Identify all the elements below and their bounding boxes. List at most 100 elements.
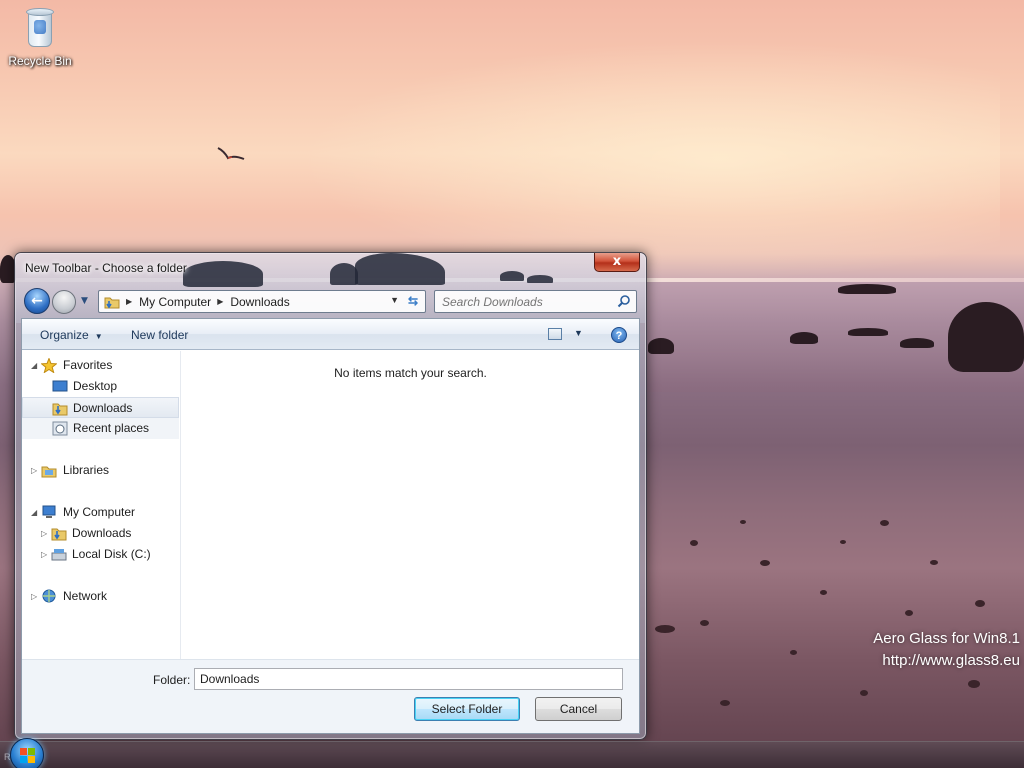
pebble [790,650,797,655]
folder-label: Folder: [153,673,191,687]
rock [848,328,888,336]
nav-item-downloads[interactable]: Downloads [22,397,179,418]
network-icon [42,589,56,603]
pebble [880,520,889,526]
back-arrow-icon: ← [31,293,43,309]
close-button[interactable]: x [594,253,640,272]
pebble [655,625,675,633]
watermark-line-1: Aero Glass for Win8.1 [873,630,1020,647]
nav-label: Desktop [73,379,118,393]
rock [790,332,818,344]
downloads-folder-icon [52,403,68,416]
new-folder-button[interactable]: New folder [131,328,188,342]
breadcrumb-downloads[interactable]: Downloads [230,295,289,309]
desktop-icon-label: Recycle Bin [8,54,72,68]
explorer-panel: Organize ▼ New folder ▼ ? ◢ Favorites Des… [21,318,640,734]
nav-label: My Computer [63,505,136,519]
pebble [740,520,746,524]
select-folder-button[interactable]: Select Folder [414,697,520,721]
star-icon [41,358,57,373]
nav-item-desktop[interactable]: Desktop [22,376,179,397]
nav-item-local-disk[interactable]: ▷ Local Disk (C:) [22,544,179,565]
nav-item-my-computer[interactable]: ◢ My Computer [22,502,179,523]
taskbar [0,741,1024,768]
command-bar: Organize ▼ New folder ▼ ? [22,319,639,350]
recent-places-icon [52,421,68,436]
nav-item-favorites[interactable]: ◢ Favorites [22,355,179,376]
choose-folder-dialog: New Toolbar - Choose a folder x ← ▼ ▶ My… [14,252,647,740]
nav-label: Downloads [73,401,133,415]
organize-button[interactable]: Organize ▼ [40,328,103,342]
pebble [690,540,698,546]
pebble [760,560,770,566]
nav-item-recent-places[interactable]: Recent places [22,418,179,439]
nav-label: Downloads [72,526,132,540]
nav-item-libraries[interactable]: ▷ Libraries [22,460,179,481]
search-input[interactable] [435,291,615,312]
nav-label: Libraries [63,463,110,477]
recycle-bin-icon [24,6,56,50]
pebble [700,620,709,626]
sky-glow [300,40,1000,280]
breadcrumb-separator-icon[interactable]: ▶ [126,297,132,306]
desktop-icon [52,380,68,392]
breadcrumb-separator-icon[interactable]: ▶ [217,297,223,306]
pebble [975,600,985,607]
address-dropdown-icon[interactable]: ▼ [390,295,399,305]
libraries-icon [41,466,57,478]
change-view-icon[interactable] [548,328,562,340]
watermark-line-2: http://www.glass8.eu [882,652,1020,669]
rock [948,302,1024,372]
forward-button[interactable] [52,290,76,314]
pebble [840,540,846,544]
pebble [930,560,938,565]
nav-label: Network [63,589,108,603]
search-box[interactable] [434,290,637,313]
rock [648,338,674,354]
downloads-folder-icon [51,528,67,541]
pebble [860,690,868,696]
expand-arrow-icon[interactable]: ▷ [31,460,37,481]
address-bar[interactable]: ▶ My Computer ▶ Downloads ▼ ⇆ [98,290,426,313]
collapse-arrow-icon[interactable]: ◢ [31,355,37,376]
expand-arrow-icon[interactable]: ▷ [31,586,37,607]
computer-icon [42,505,56,518]
expand-arrow-icon[interactable]: ▷ [41,523,47,544]
dialog-footer: Folder: Select Folder Cancel [22,659,639,733]
folder-icon [104,297,120,308]
pebble [968,680,980,688]
breadcrumb-my-computer[interactable]: My Computer [139,295,211,309]
refresh-icon[interactable]: ⇆ [405,293,421,309]
nav-label: Recent places [73,421,150,435]
back-button[interactable]: ← [24,288,50,314]
empty-folder-message: No items match your search. [334,366,487,380]
desktop-icon-recycle-bin[interactable]: Recycle Bin [6,6,74,68]
expand-arrow-icon[interactable]: ▷ [41,544,47,565]
collapse-arrow-icon[interactable]: ◢ [31,502,37,523]
pebble [720,700,730,706]
search-icon[interactable] [617,294,631,308]
pebble [905,610,913,616]
chevron-down-icon: ▼ [94,332,103,341]
recent-pages-dropdown[interactable]: ▼ [81,296,91,306]
seagull [217,147,245,160]
nav-item-network[interactable]: ▷ Network [22,586,179,607]
dialog-title: New Toolbar - Choose a folder [25,261,187,275]
help-icon[interactable]: ? [611,327,627,343]
watermark: Aero Glass for Win8.1 http://www.glass8.… [873,628,1020,672]
nav-label: Favorites [63,358,113,372]
folder-name-input[interactable] [194,668,623,690]
nav-label: Local Disk (C:) [72,547,151,561]
start-button[interactable] [10,738,44,768]
view-options-dropdown[interactable]: ▼ [574,328,583,338]
navigation-pane: ◢ Favorites Desktop Downloads Recent pla… [22,351,181,659]
pebble [820,590,827,595]
rock [838,284,896,294]
windows-logo-icon [20,748,36,764]
rock [900,338,934,348]
organize-label: Organize [40,328,89,342]
hard-drive-icon [51,549,67,561]
file-list[interactable]: No items match your search. [182,351,639,659]
nav-item-downloads-computer[interactable]: ▷ Downloads [22,523,179,544]
cancel-button[interactable]: Cancel [535,697,622,721]
